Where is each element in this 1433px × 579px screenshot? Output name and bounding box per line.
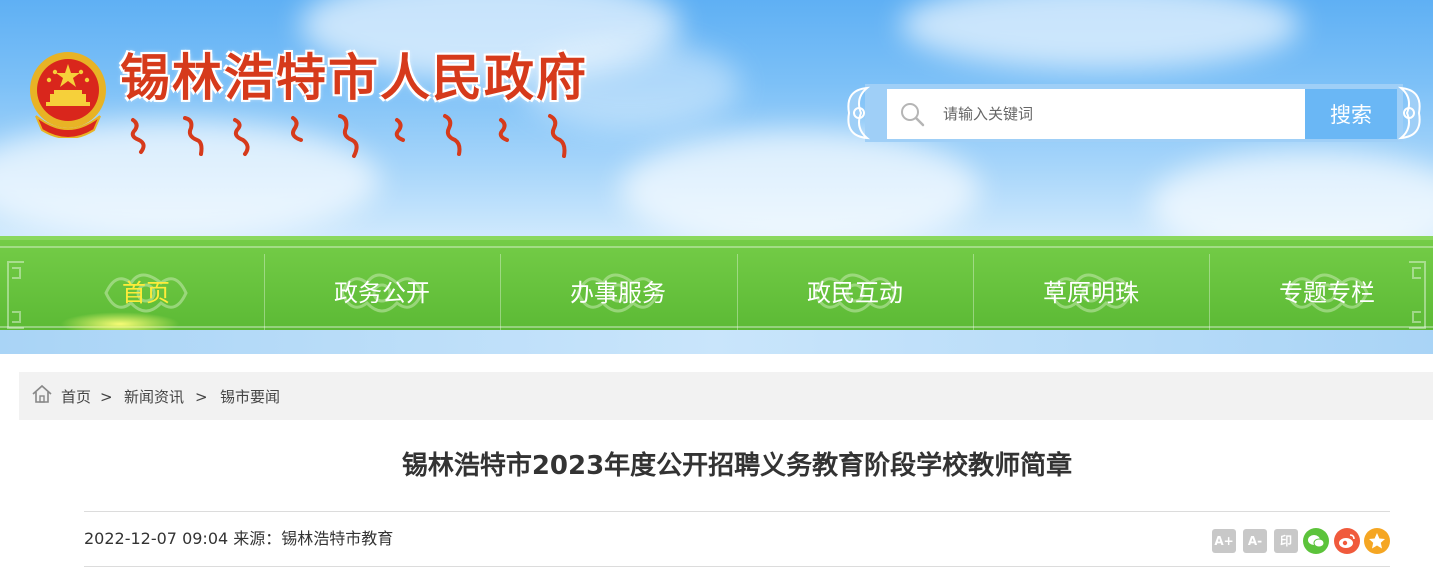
nav-sub-band [0,330,1433,354]
header-banner: 锡林浩特市人民政府 请输入关键词 搜索 [0,0,1433,236]
nav-label: 首页 [122,279,170,307]
nav-item-services[interactable]: 办事服务 [500,248,736,330]
title-divider [84,511,1390,512]
search-icon [901,103,925,127]
font-decrease-icon: A- [1247,534,1263,548]
nav-label: 专题专栏 [1279,279,1375,307]
wechat-share-button[interactable] [1303,528,1329,554]
search-input[interactable] [943,99,1283,129]
search-button[interactable]: 搜索 [1305,89,1397,139]
breadcrumb-separator: > [100,388,113,406]
nav-item-special-topics[interactable]: 专题专栏 [1209,248,1433,330]
nav-label: 草原明珠 [1043,279,1139,307]
meta-divider [84,566,1390,567]
nav-label: 办事服务 [570,279,666,307]
font-increase-icon: A+ [1214,534,1234,548]
article-meta: 2022-12-07 09:04 来源：锡林浩特市教育 [84,529,394,548]
main-nav: 首页 政务公开 办事服务 政民互动 草原明珠 专题专栏 [0,236,1433,336]
nav-left-ornament-icon [7,261,24,329]
search-bar: 搜索 [845,84,1423,142]
weibo-share-icon [1339,534,1355,548]
nav-item-home[interactable]: 首页 [28,248,264,330]
favorite-button[interactable] [1364,528,1390,554]
nav-item-interaction[interactable]: 政民互动 [737,248,973,330]
wechat-share-icon [1308,535,1325,548]
weibo-share-button[interactable] [1334,528,1360,554]
breadcrumb-home[interactable]: 首页 [61,387,91,407]
article-title: 锡林浩特市2023年度公开招聘义务教育阶段学校教师简章 [401,451,1073,481]
favorite-star-icon [1369,533,1385,549]
home-icon[interactable] [31,384,53,404]
breadcrumb: 首页 > 新闻资讯 > 锡市要闻 [19,372,1433,420]
nav-item-government-affairs[interactable]: 政务公开 [264,248,500,330]
nav-label: 政务公开 [334,279,430,307]
breadcrumb-news[interactable]: 新闻资讯 [124,387,184,407]
mongolian-title-script [130,114,567,158]
nav-inner: 首页 政务公开 办事服务 政民互动 草原明珠 专题专栏 [0,246,1433,336]
nav-item-grassland-pearl[interactable]: 草原明珠 [973,248,1209,330]
print-button[interactable]: 印 [1274,529,1298,553]
print-icon: 印 [1279,534,1292,548]
font-increase-button[interactable]: A+ [1212,529,1236,553]
nav-label: 政民互动 [807,279,903,307]
national-emblem-icon[interactable] [28,50,108,138]
breadcrumb-separator: > [195,388,208,406]
site-title[interactable]: 锡林浩特市人民政府 [120,48,588,108]
breadcrumb-city-news[interactable]: 锡市要闻 [220,387,280,407]
font-decrease-button[interactable]: A- [1243,529,1267,553]
search-box [887,89,1305,139]
